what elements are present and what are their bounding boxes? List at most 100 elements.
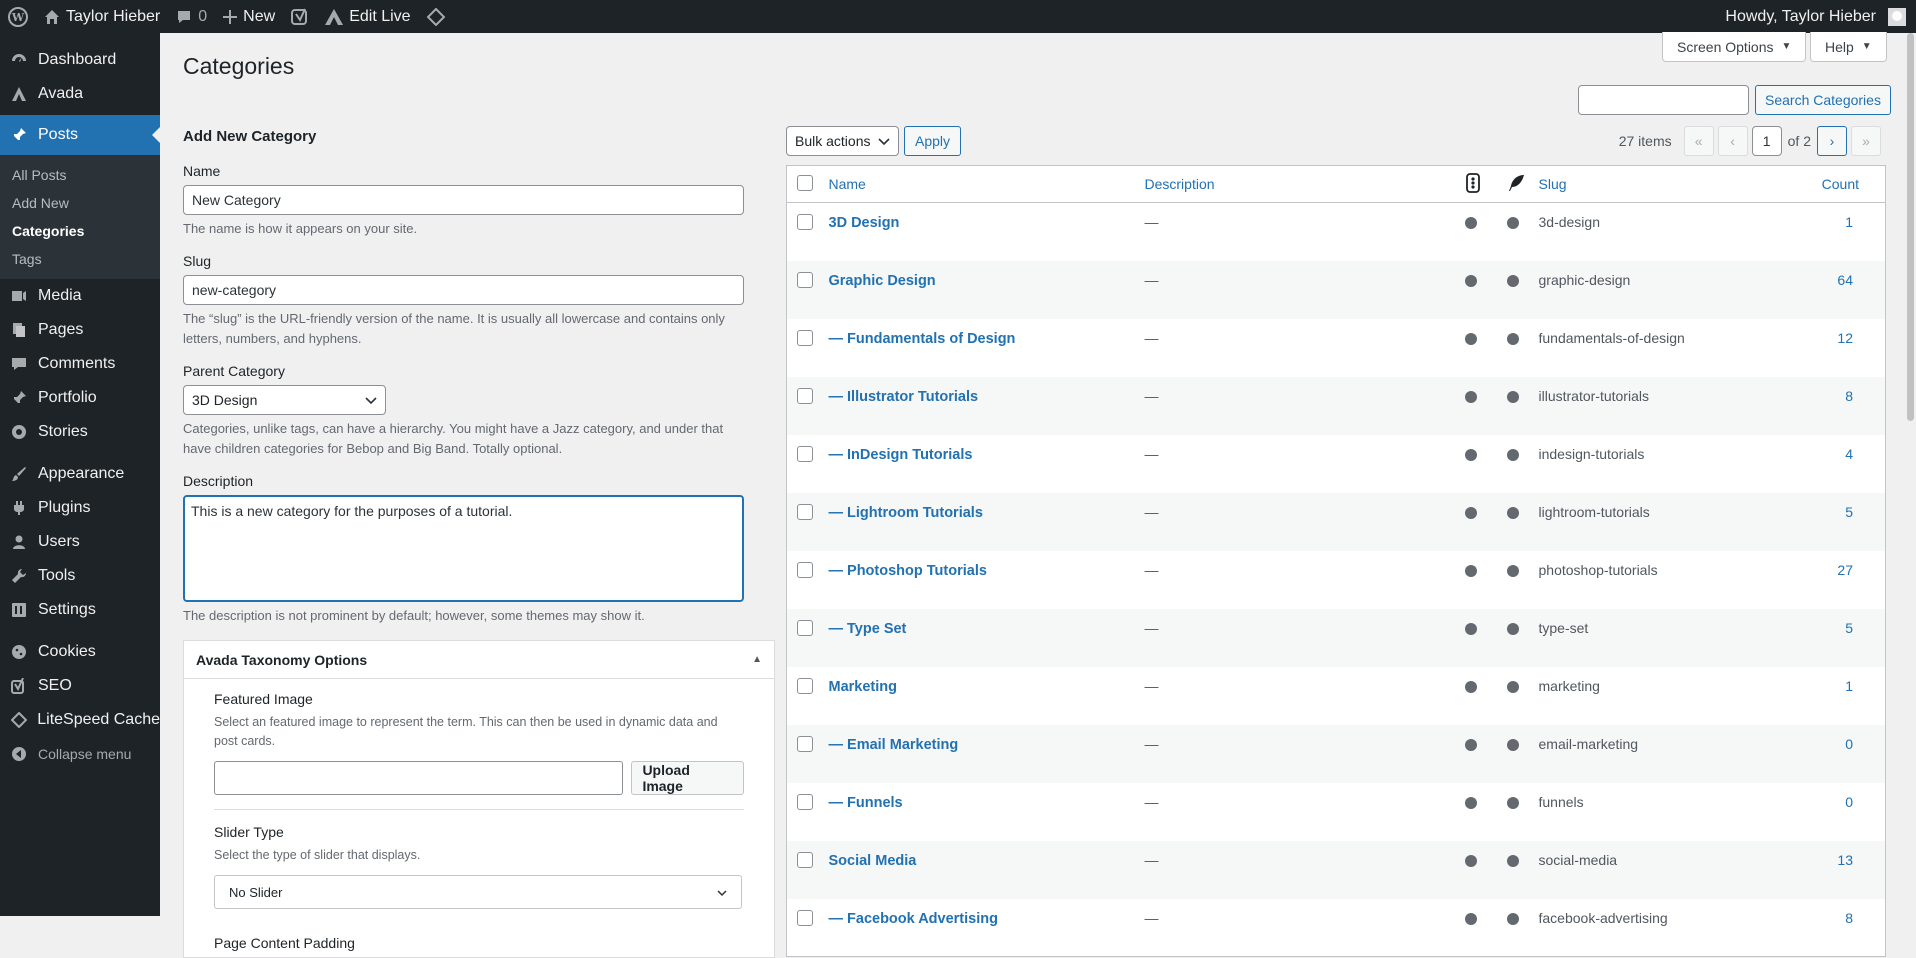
- litespeed-menu[interactable]: [419, 0, 453, 33]
- submenu-add-new[interactable]: Add New: [0, 189, 160, 217]
- page-scrollbar[interactable]: [1904, 33, 1916, 916]
- category-name-link[interactable]: — Fundamentals of Design: [829, 331, 1016, 347]
- sidebar-item-posts[interactable]: Posts: [0, 115, 160, 155]
- sidebar-item-seo[interactable]: SEO: [0, 669, 160, 703]
- category-slug: social-media: [1538, 851, 1618, 868]
- row-checkbox[interactable]: [797, 445, 813, 462]
- category-count-link[interactable]: 64: [1837, 272, 1853, 288]
- category-count-link[interactable]: 0: [1845, 736, 1853, 752]
- category-count-link[interactable]: 1: [1845, 678, 1853, 694]
- row-checkbox[interactable]: [797, 909, 813, 926]
- new-content-link[interactable]: New: [215, 0, 283, 33]
- stories-icon: [10, 423, 28, 441]
- featured-image-url-input[interactable]: [214, 761, 624, 795]
- category-name-link[interactable]: Graphic Design: [829, 273, 936, 289]
- category-count-link[interactable]: 5: [1845, 504, 1853, 520]
- row-checkbox[interactable]: [797, 329, 813, 346]
- category-name-link[interactable]: — Photoshop Tutorials: [829, 563, 987, 579]
- sidebar-item-comments[interactable]: Comments: [0, 347, 160, 381]
- wordpress-logo-icon[interactable]: W: [0, 0, 36, 33]
- category-count-link[interactable]: 5: [1845, 620, 1853, 636]
- row-checkbox[interactable]: [797, 851, 813, 868]
- sidebar-item-plugins[interactable]: Plugins: [0, 491, 160, 525]
- row-checkbox[interactable]: [797, 735, 813, 752]
- caret-up-icon[interactable]: ▲: [752, 654, 762, 665]
- category-count-link[interactable]: 1: [1845, 214, 1853, 230]
- table-row: — InDesign Tutorials — indesign-tutorials 4: [787, 435, 1886, 493]
- column-name[interactable]: Name: [829, 176, 866, 192]
- description-textarea[interactable]: This is a new category for the purposes …: [183, 495, 744, 602]
- sidebar-item-tools[interactable]: Tools: [0, 559, 160, 593]
- sidebar-item-avada[interactable]: Avada: [0, 77, 160, 111]
- row-checkbox[interactable]: [797, 503, 813, 520]
- submenu-tags[interactable]: Tags: [0, 245, 160, 273]
- submenu-categories[interactable]: Categories: [0, 217, 160, 245]
- category-count-link[interactable]: 27: [1837, 562, 1853, 578]
- parent-category-select[interactable]: 3D Design: [183, 385, 386, 415]
- category-count-link[interactable]: 12: [1837, 330, 1853, 346]
- help-button[interactable]: Help ▼: [1810, 32, 1887, 62]
- column-slug[interactable]: Slug: [1539, 176, 1567, 192]
- sidebar-item-cookies[interactable]: Cookies: [0, 635, 160, 669]
- submenu-all-posts[interactable]: All Posts: [0, 161, 160, 189]
- row-checkbox[interactable]: [797, 619, 813, 636]
- column-count[interactable]: Count: [1822, 176, 1859, 192]
- sidebar-item-appearance[interactable]: Appearance: [0, 457, 160, 491]
- collapse-menu-button[interactable]: Collapse menu: [0, 737, 160, 771]
- scrollbar-thumb[interactable]: [1907, 33, 1914, 421]
- prev-page-button[interactable]: ‹: [1717, 126, 1748, 156]
- category-count-link[interactable]: 8: [1845, 388, 1853, 404]
- search-input[interactable]: [1578, 85, 1749, 115]
- category-name-link[interactable]: Marketing: [829, 679, 898, 695]
- screen-options-button[interactable]: Screen Options ▼: [1662, 32, 1807, 62]
- sidebar-item-portfolio[interactable]: Portfolio: [0, 381, 160, 415]
- last-page-button[interactable]: »: [1851, 126, 1881, 156]
- category-name-link[interactable]: — InDesign Tutorials: [829, 447, 973, 463]
- account-menu[interactable]: Howdy, Taylor Hieber: [1717, 0, 1916, 33]
- sidebar-item-users[interactable]: Users: [0, 525, 160, 559]
- category-name-link[interactable]: — Illustrator Tutorials: [829, 389, 979, 405]
- row-checkbox[interactable]: [797, 793, 813, 810]
- row-checkbox[interactable]: [797, 271, 813, 288]
- category-name-link[interactable]: 3D Design: [829, 215, 900, 231]
- row-checkbox[interactable]: [797, 561, 813, 578]
- sidebar-item-stories[interactable]: Stories: [0, 415, 160, 449]
- slug-field[interactable]: new-category: [183, 275, 744, 305]
- next-page-button[interactable]: ›: [1817, 126, 1847, 156]
- avada-panel-header[interactable]: Avada Taxonomy Options ▲: [184, 641, 774, 679]
- column-description[interactable]: Description: [1145, 176, 1215, 192]
- first-page-button[interactable]: «: [1683, 126, 1714, 156]
- category-name-link[interactable]: — Lightroom Tutorials: [829, 505, 983, 521]
- sidebar-item-settings[interactable]: Settings: [0, 593, 160, 627]
- upload-image-button[interactable]: Upload Image: [631, 761, 744, 795]
- search-categories-button[interactable]: Search Categories: [1755, 85, 1891, 115]
- bulk-actions-select[interactable]: Bulk actions: [786, 126, 899, 156]
- category-name-link[interactable]: — Facebook Advertising: [829, 911, 998, 927]
- sidebar-item-media[interactable]: Media: [0, 279, 160, 313]
- current-page-input[interactable]: 1: [1751, 126, 1782, 156]
- category-count-link[interactable]: 8: [1845, 910, 1853, 926]
- category-count-link[interactable]: 4: [1845, 446, 1853, 462]
- seo-status-dot: [1464, 506, 1477, 519]
- row-checkbox[interactable]: [797, 677, 813, 694]
- category-name-link[interactable]: Social Media: [829, 853, 917, 869]
- slider-type-select[interactable]: No Slider: [214, 875, 742, 909]
- category-name-link[interactable]: — Funnels: [829, 795, 903, 811]
- category-name-link[interactable]: — Type Set: [829, 621, 907, 637]
- category-name-link[interactable]: — Email Marketing: [829, 737, 959, 753]
- site-name-link[interactable]: Taylor Hieber: [36, 0, 168, 33]
- select-all-checkbox[interactable]: [797, 174, 813, 191]
- category-count-link[interactable]: 13: [1837, 852, 1853, 868]
- sidebar-item-pages[interactable]: Pages: [0, 313, 160, 347]
- comments-link[interactable]: 0: [168, 0, 215, 33]
- category-description: —: [1144, 445, 1159, 462]
- row-checkbox[interactable]: [797, 387, 813, 404]
- sidebar-item-dashboard[interactable]: Dashboard: [0, 43, 160, 77]
- row-checkbox[interactable]: [797, 214, 813, 230]
- sidebar-item-litespeed-cache[interactable]: LiteSpeed Cache: [0, 703, 160, 737]
- yoast-menu[interactable]: [283, 0, 317, 33]
- edit-live-link[interactable]: Edit Live: [317, 0, 418, 33]
- category-count-link[interactable]: 0: [1845, 794, 1853, 810]
- name-field[interactable]: New Category: [183, 185, 744, 215]
- apply-button[interactable]: Apply: [904, 126, 962, 156]
